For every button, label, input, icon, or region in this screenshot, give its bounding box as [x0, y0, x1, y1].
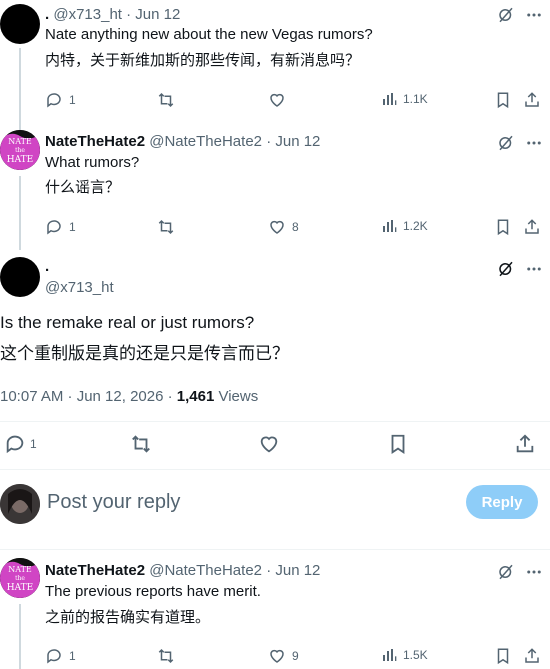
share-icon [525, 648, 539, 663]
more-icon[interactable] [525, 563, 543, 581]
author-handle[interactable]: @NateTheHate2 [149, 562, 262, 579]
bookmark-button[interactable] [494, 647, 512, 665]
views-button[interactable]: 1.5K [381, 647, 428, 663]
user-avatar[interactable] [0, 484, 40, 524]
user-avatar-image [0, 484, 40, 524]
retweet-button[interactable] [157, 647, 175, 665]
bookmark-icon [497, 648, 509, 665]
tweet-header: NateTheHate2 @NateTheHate2 · Jun 12 [45, 562, 321, 579]
like-icon [270, 649, 284, 663]
avatar-text: the [15, 575, 25, 582]
author-name[interactable]: NateTheHate2 [45, 562, 145, 579]
avatar[interactable]: NATE the HATE [0, 558, 40, 598]
nate-avatar-image: NATE the HATE [0, 558, 40, 598]
tweet-date[interactable]: Jun 12 [275, 562, 320, 579]
action-bar: 1 9 1.5K [45, 647, 545, 667]
like-count: 9 [292, 649, 299, 663]
reply-tweet[interactable]: NATE the HATE NateTheHate2 @NateTheHate2… [0, 550, 550, 669]
grok-icon[interactable] [497, 563, 515, 581]
tweet-text-en: The previous reports have merit. [45, 583, 261, 600]
tweet-text-zh: 之前的报告确实有道理。 [45, 609, 211, 626]
views-count: 1.5K [403, 648, 428, 662]
share-button[interactable] [523, 647, 541, 665]
reply-input[interactable]: Post your reply [47, 491, 180, 514]
reply-button[interactable]: 1 [45, 647, 76, 665]
retweet-icon [158, 648, 174, 664]
like-button[interactable]: 9 [268, 647, 299, 665]
reply-composer: Post your reply Reply [0, 0, 550, 550]
avatar-text: HATE [7, 583, 33, 593]
avatar-text: NATE [8, 565, 32, 574]
views-icon [383, 649, 397, 661]
thread-line [19, 604, 21, 669]
reply-button[interactable]: Reply [466, 485, 538, 519]
reply-count: 1 [69, 649, 76, 663]
reply-icon [47, 649, 61, 664]
